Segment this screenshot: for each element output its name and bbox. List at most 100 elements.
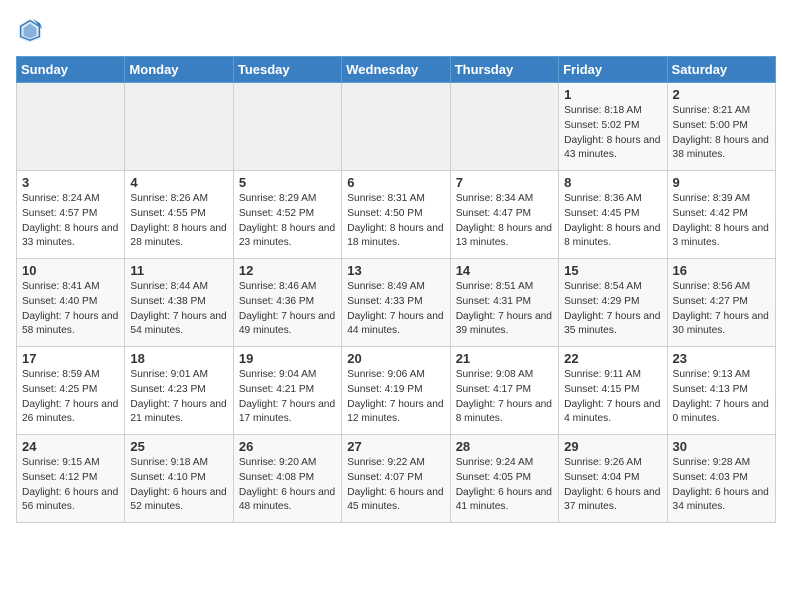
day-info: Sunrise: 9:22 AMSunset: 4:07 PMDaylight:… [347,456,444,515]
day-info: Sunrise: 8:21 AMSunset: 5:00 PMDaylight:… [673,104,770,163]
day-info: Sunrise: 9:13 AMSunset: 4:13 PMDaylight:… [673,368,770,427]
calendar-cell: 24 Sunrise: 9:15 AMSunset: 4:12 PMDayligh… [17,435,125,523]
day-number: 24 [22,439,119,454]
calendar-cell: 12Sunrise: 8:46 AMSunset: 4:36 PMDayligh… [233,259,341,347]
calendar-cell [450,83,558,171]
calendar-cell: 18 Sunrise: 9:01 AMSunset: 4:23 PMDayligh… [125,347,233,435]
calendar-cell: 19 Sunrise: 9:04 AMSunset: 4:21 PMDayligh… [233,347,341,435]
day-number: 17 [22,351,119,366]
day-number: 27 [347,439,444,454]
day-info: Sunrise: 8:54 AMSunset: 4:29 PMDaylight:… [564,280,661,339]
calendar-cell: 13 Sunrise: 8:49 AMSunset: 4:33 PMDayligh… [342,259,450,347]
day-info: Sunrise: 9:28 AMSunset: 4:03 PMDaylight:… [673,456,770,515]
day-info: Sunrise: 8:56 AMSunset: 4:27 PMDaylight:… [673,280,770,339]
calendar-cell: 27 Sunrise: 9:22 AMSunset: 4:07 PMDayligh… [342,435,450,523]
calendar-cell [342,83,450,171]
day-info: Sunrise: 8:29 AMSunset: 4:52 PMDaylight:… [239,192,336,251]
day-number: 19 [239,351,336,366]
calendar-cell: 5 Sunrise: 8:29 AMSunset: 4:52 PMDaylight… [233,171,341,259]
day-number: 29 [564,439,661,454]
day-info: Sunrise: 9:15 AMSunset: 4:12 PMDaylight:… [22,456,119,515]
calendar-cell: 28 Sunrise: 9:24 AMSunset: 4:05 PMDayligh… [450,435,558,523]
calendar-cell: 9Sunrise: 8:39 AMSunset: 4:42 PMDaylight… [667,171,775,259]
calendar-cell: 8Sunrise: 8:36 AMSunset: 4:45 PMDaylight… [559,171,667,259]
day-info: Sunrise: 9:04 AMSunset: 4:21 PMDaylight:… [239,368,336,427]
day-number: 8 [564,175,661,190]
calendar-header-wednesday: Wednesday [342,57,450,83]
day-number: 2 [673,87,770,102]
calendar-cell [125,83,233,171]
calendar-cell: 23 Sunrise: 9:13 AMSunset: 4:13 PMDayligh… [667,347,775,435]
calendar-week-row: 17 Sunrise: 8:59 AMSunset: 4:25 PMDayligh… [17,347,776,435]
calendar-header-sunday: Sunday [17,57,125,83]
day-info: Sunrise: 9:24 AMSunset: 4:05 PMDaylight:… [456,456,553,515]
day-info: Sunrise: 8:24 AMSunset: 4:57 PMDaylight:… [22,192,119,251]
day-number: 1 [564,87,661,102]
calendar-cell: 3 Sunrise: 8:24 AMSunset: 4:57 PMDaylight… [17,171,125,259]
day-info: Sunrise: 8:51 AMSunset: 4:31 PMDaylight:… [456,280,553,339]
day-info: Sunrise: 9:06 AMSunset: 4:19 PMDaylight:… [347,368,444,427]
calendar-cell: 2 Sunrise: 8:21 AMSunset: 5:00 PMDaylight… [667,83,775,171]
day-number: 3 [22,175,119,190]
day-number: 5 [239,175,336,190]
day-number: 23 [673,351,770,366]
calendar-cell [17,83,125,171]
calendar-cell: 25Sunrise: 9:18 AMSunset: 4:10 PMDayligh… [125,435,233,523]
day-number: 6 [347,175,444,190]
day-number: 15 [564,263,661,278]
day-info: Sunrise: 8:26 AMSunset: 4:55 PMDaylight:… [130,192,227,251]
calendar-cell: 29 Sunrise: 9:26 AMSunset: 4:04 PMDayligh… [559,435,667,523]
calendar-cell: 21Sunrise: 9:08 AMSunset: 4:17 PMDayligh… [450,347,558,435]
day-number: 13 [347,263,444,278]
day-info: Sunrise: 8:31 AMSunset: 4:50 PMDaylight:… [347,192,444,251]
calendar-header-tuesday: Tuesday [233,57,341,83]
calendar-cell: 22 Sunrise: 9:11 AMSunset: 4:15 PMDayligh… [559,347,667,435]
day-number: 22 [564,351,661,366]
calendar-header-row: SundayMondayTuesdayWednesdayThursdayFrid… [17,57,776,83]
calendar-header-monday: Monday [125,57,233,83]
calendar-cell: 10Sunrise: 8:41 AMSunset: 4:40 PMDayligh… [17,259,125,347]
calendar-header-saturday: Saturday [667,57,775,83]
calendar-cell [233,83,341,171]
day-info: Sunrise: 8:44 AMSunset: 4:38 PMDaylight:… [130,280,227,339]
day-number: 26 [239,439,336,454]
calendar-cell: 11Sunrise: 8:44 AMSunset: 4:38 PMDayligh… [125,259,233,347]
calendar-week-row: 24 Sunrise: 9:15 AMSunset: 4:12 PMDayligh… [17,435,776,523]
calendar-cell: 20 Sunrise: 9:06 AMSunset: 4:19 PMDayligh… [342,347,450,435]
calendar-header-friday: Friday [559,57,667,83]
day-number: 9 [673,175,770,190]
calendar-table: SundayMondayTuesdayWednesdayThursdayFrid… [16,56,776,523]
day-info: Sunrise: 9:20 AMSunset: 4:08 PMDaylight:… [239,456,336,515]
calendar-week-row: 3 Sunrise: 8:24 AMSunset: 4:57 PMDaylight… [17,171,776,259]
calendar-week-row: 10Sunrise: 8:41 AMSunset: 4:40 PMDayligh… [17,259,776,347]
day-info: Sunrise: 8:34 AMSunset: 4:47 PMDaylight:… [456,192,553,251]
calendar-cell: 4 Sunrise: 8:26 AMSunset: 4:55 PMDaylight… [125,171,233,259]
logo [16,16,48,44]
day-info: Sunrise: 8:41 AMSunset: 4:40 PMDaylight:… [22,280,119,339]
calendar-cell: 30 Sunrise: 9:28 AMSunset: 4:03 PMDayligh… [667,435,775,523]
day-info: Sunrise: 9:18 AMSunset: 4:10 PMDaylight:… [130,456,227,515]
day-number: 12 [239,263,336,278]
day-info: Sunrise: 8:49 AMSunset: 4:33 PMDaylight:… [347,280,444,339]
calendar-cell: 16 Sunrise: 8:56 AMSunset: 4:27 PMDayligh… [667,259,775,347]
day-info: Sunrise: 8:59 AMSunset: 4:25 PMDaylight:… [22,368,119,427]
day-number: 7 [456,175,553,190]
day-number: 16 [673,263,770,278]
calendar-cell: 26 Sunrise: 9:20 AMSunset: 4:08 PMDayligh… [233,435,341,523]
day-number: 28 [456,439,553,454]
calendar-cell: 14Sunrise: 8:51 AMSunset: 4:31 PMDayligh… [450,259,558,347]
day-number: 20 [347,351,444,366]
page-header [16,16,776,44]
day-info: Sunrise: 9:11 AMSunset: 4:15 PMDaylight:… [564,368,661,427]
day-info: Sunrise: 8:18 AMSunset: 5:02 PMDaylight:… [564,104,661,163]
day-number: 4 [130,175,227,190]
day-number: 18 [130,351,227,366]
calendar-cell: 15 Sunrise: 8:54 AMSunset: 4:29 PMDayligh… [559,259,667,347]
day-number: 30 [673,439,770,454]
logo-icon [16,16,44,44]
day-info: Sunrise: 9:26 AMSunset: 4:04 PMDaylight:… [564,456,661,515]
day-number: 21 [456,351,553,366]
calendar-cell: 6 Sunrise: 8:31 AMSunset: 4:50 PMDaylight… [342,171,450,259]
day-info: Sunrise: 9:01 AMSunset: 4:23 PMDaylight:… [130,368,227,427]
calendar-header-thursday: Thursday [450,57,558,83]
